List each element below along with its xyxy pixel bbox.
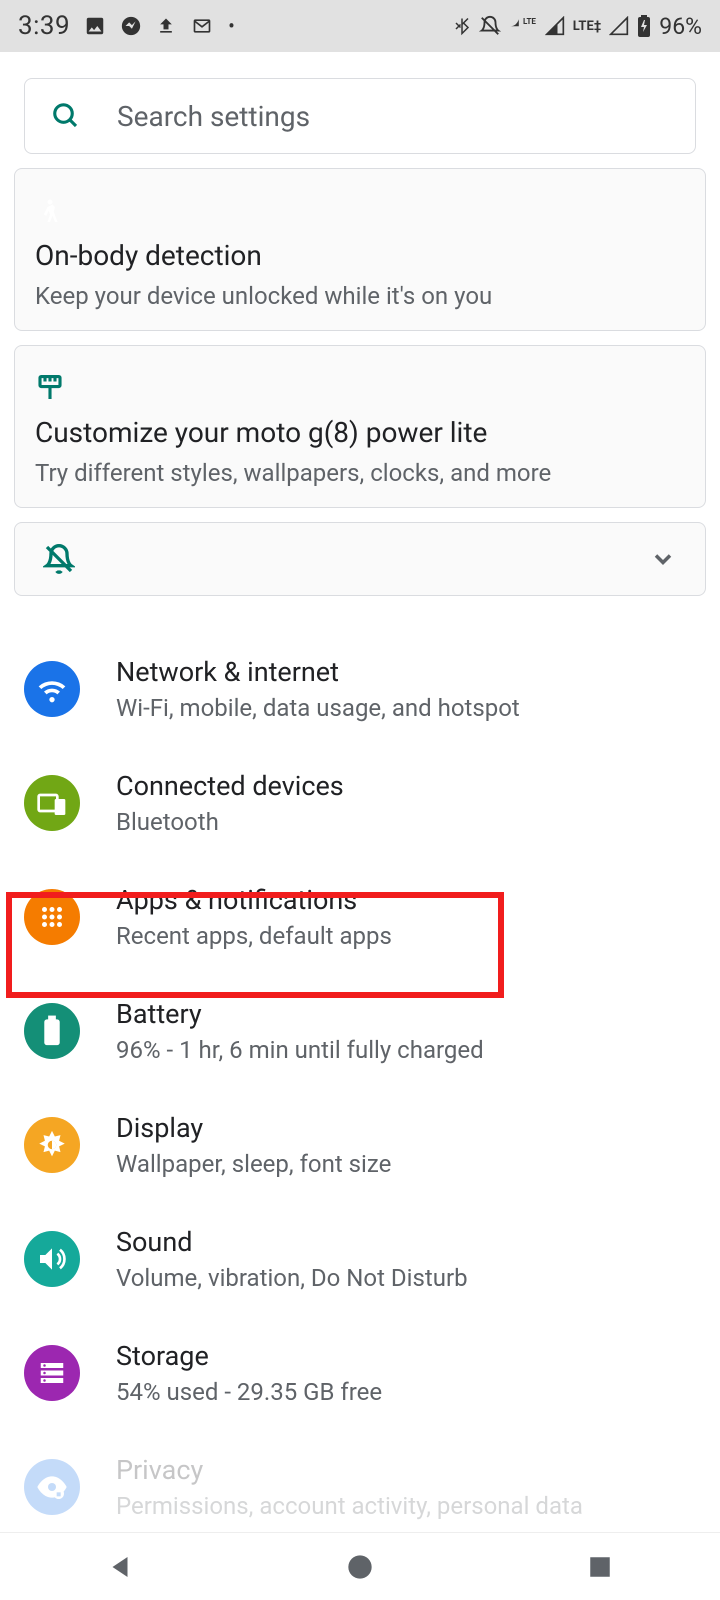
battery-percent: 96% — [659, 13, 702, 40]
item-battery[interactable]: Battery 96% - 1 hr, 6 min until fully ch… — [0, 974, 720, 1088]
card-onbody-detection[interactable]: On-body detection Keep your device unloc… — [14, 168, 706, 331]
nav-back-button[interactable] — [102, 1549, 138, 1585]
dnd-icon — [479, 15, 501, 37]
item-title: Privacy — [116, 1454, 583, 1486]
bluetooth-icon — [453, 14, 471, 38]
system-nav-bar — [0, 1532, 720, 1600]
item-subtitle: Volume, vibration, Do Not Disturb — [116, 1264, 468, 1292]
brightness-icon — [24, 1117, 80, 1173]
item-sound[interactable]: Sound Volume, vibration, Do Not Disturb — [0, 1202, 720, 1316]
signal2-icon — [609, 16, 629, 36]
card-title: Customize your moto g(8) power lite — [35, 416, 685, 449]
gmail-icon — [190, 16, 214, 36]
card-customize[interactable]: Customize your moto g(8) power lite Try … — [14, 345, 706, 508]
battery-icon — [637, 14, 651, 38]
item-privacy[interactable]: Privacy Permissions, account activity, p… — [0, 1430, 720, 1544]
lte-text: LTE‡ — [573, 19, 602, 34]
item-network-internet[interactable]: Network & internet Wi-Fi, mobile, data u… — [0, 632, 720, 746]
nav-home-button[interactable] — [342, 1549, 378, 1585]
item-title: Connected devices — [116, 770, 344, 802]
item-title: Network & internet — [116, 656, 520, 688]
apps-icon — [24, 889, 80, 945]
item-subtitle: 54% used - 29.35 GB free — [116, 1378, 382, 1406]
search-settings[interactable]: Search settings — [24, 78, 696, 154]
signal-icon — [545, 16, 565, 36]
item-subtitle: Wallpaper, sleep, font size — [116, 1150, 391, 1178]
image-icon — [84, 15, 106, 37]
privacy-icon — [24, 1459, 80, 1515]
item-title: Battery — [116, 998, 484, 1030]
item-connected-devices[interactable]: Connected devices Bluetooth — [0, 746, 720, 860]
status-left: 3:39 • — [18, 11, 235, 41]
card-title: On-body detection — [35, 239, 685, 272]
item-subtitle: Wi-Fi, mobile, data usage, and hotspot — [116, 694, 520, 722]
wifi-icon — [24, 661, 80, 717]
storage-icon — [24, 1345, 80, 1401]
search-placeholder: Search settings — [117, 100, 310, 133]
paint-icon — [35, 372, 65, 406]
item-title: Storage — [116, 1340, 382, 1372]
status-bar: 3:39 • LTE LTE‡ — [0, 0, 720, 52]
devices-icon — [24, 775, 80, 831]
item-title: Apps & notifications — [116, 884, 392, 916]
messenger-icon — [120, 15, 142, 37]
item-title: Display — [116, 1112, 391, 1144]
card-subtitle: Try different styles, wallpapers, clocks… — [35, 459, 685, 487]
nav-recents-button[interactable] — [582, 1549, 618, 1585]
volte-icon: LTE — [509, 15, 537, 37]
more-dot-icon: • — [228, 16, 235, 36]
card-subtitle: Keep your device unlocked while it's on … — [35, 282, 685, 310]
item-title: Sound — [116, 1226, 468, 1258]
card-do-not-disturb[interactable] — [14, 522, 706, 596]
status-time: 3:39 — [18, 11, 70, 41]
item-display[interactable]: Display Wallpaper, sleep, font size — [0, 1088, 720, 1202]
item-subtitle: 96% - 1 hr, 6 min until fully charged — [116, 1036, 484, 1064]
settings-list: Network & internet Wi-Fi, mobile, data u… — [0, 632, 720, 1544]
svg-text:LTE: LTE — [523, 17, 536, 26]
item-subtitle: Recent apps, default apps — [116, 922, 392, 950]
chevron-down-icon — [649, 545, 677, 573]
battery-icon — [24, 1003, 80, 1059]
item-subtitle: Bluetooth — [116, 808, 344, 836]
bell-off-icon — [43, 543, 75, 575]
item-apps-notifications[interactable]: Apps & notifications Recent apps, defaul… — [0, 860, 720, 974]
upload-icon — [156, 15, 176, 37]
item-storage[interactable]: Storage 54% used - 29.35 GB free — [0, 1316, 720, 1430]
search-icon — [51, 101, 81, 131]
walk-icon — [35, 194, 65, 230]
item-subtitle: Permissions, account activity, personal … — [116, 1492, 583, 1520]
status-right: LTE LTE‡ 96% — [453, 13, 702, 40]
sound-icon — [24, 1231, 80, 1287]
